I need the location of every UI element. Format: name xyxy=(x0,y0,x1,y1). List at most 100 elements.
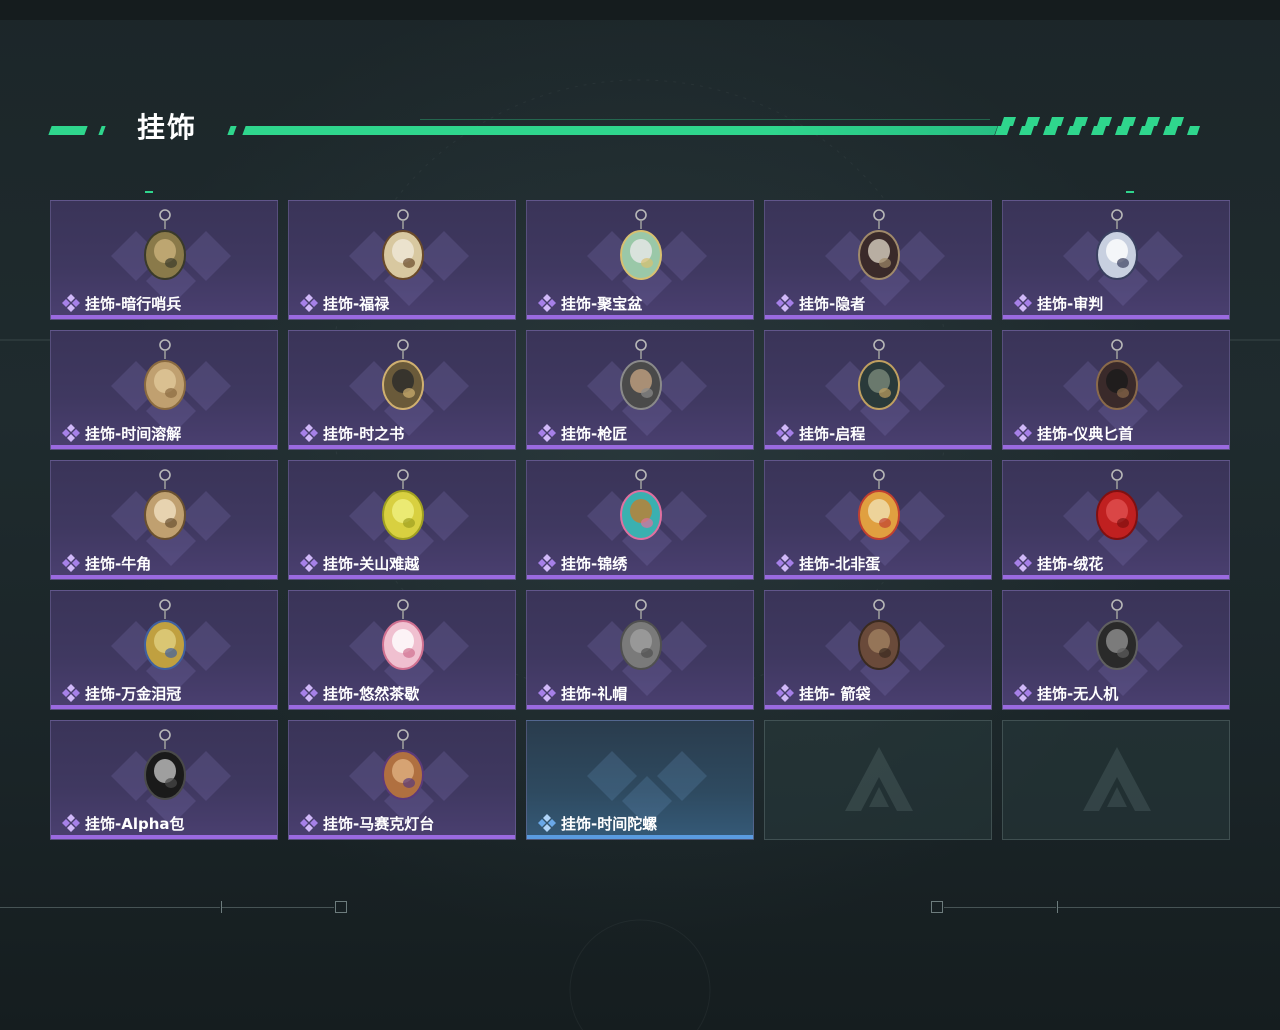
charm-label-row: 挂饰-时间陀螺 xyxy=(537,813,657,833)
rarity-diamond-icon xyxy=(62,294,80,312)
charm-card[interactable]: 挂饰-时间陀螺 xyxy=(526,720,754,840)
charm-label-row: 挂饰-聚宝盆 xyxy=(537,293,642,313)
treasure-bowl-charm-icon xyxy=(620,209,662,280)
judgement-card-charm-icon xyxy=(1096,209,1138,280)
charm-card[interactable]: 挂饰-启程 xyxy=(764,330,992,450)
rarity-diamond-icon xyxy=(538,814,556,832)
charm-label-row: 挂饰-无人机 xyxy=(1013,683,1118,703)
charm-name: 挂饰-暗行哨兵 xyxy=(85,294,182,313)
charm-label-row: 挂饰- 箭袋 xyxy=(775,683,870,703)
hud-line-right-2 xyxy=(944,907,1056,908)
charm-label-row: 挂饰-牛角 xyxy=(61,553,151,573)
rarity-diamond-icon xyxy=(776,424,794,442)
cupcake-charm-icon xyxy=(382,599,424,670)
charm-label-row: 挂饰-礼帽 xyxy=(537,683,627,703)
charm-card[interactable]: 挂饰-马赛克灯台 xyxy=(288,720,516,840)
charm-card[interactable]: 挂饰-隐者 xyxy=(764,200,992,320)
charm-name: 挂饰-时间陀螺 xyxy=(561,814,658,833)
charm-card[interactable]: 挂饰-聚宝盆 xyxy=(526,200,754,320)
charm-card[interactable]: 挂饰-仪典匕首 xyxy=(1002,330,1230,450)
charm-name: 挂饰-万金泪冠 xyxy=(85,684,182,703)
charm-name: 挂饰-礼帽 xyxy=(561,684,628,703)
rarity-diamond-icon xyxy=(538,684,556,702)
rarity-diamond-icon xyxy=(300,814,318,832)
charm-card[interactable]: 挂饰-关山难越 xyxy=(288,460,516,580)
charm-name: 挂饰-仪典匕首 xyxy=(1037,424,1134,443)
charm-label-row: 挂饰-绒花 xyxy=(1013,553,1103,573)
rarity-diamond-icon xyxy=(300,684,318,702)
empty-slot-logo-icon xyxy=(1083,747,1151,811)
rarity-diamond-icon xyxy=(1014,684,1032,702)
charm-card[interactable]: 挂饰-无人机 xyxy=(1002,590,1230,710)
grid-corner-mark-left xyxy=(145,191,153,193)
charm-card[interactable]: 挂饰-悠然茶歇 xyxy=(288,590,516,710)
hud-line-left xyxy=(0,907,220,908)
rarity-diamond-icon xyxy=(538,554,556,572)
charm-label-row: 挂饰-隐者 xyxy=(775,293,865,313)
charm-card[interactable]: 挂饰-时之书 xyxy=(288,330,516,450)
gourd-charm-icon xyxy=(382,209,424,280)
charm-name: 挂饰-时间溶解 xyxy=(85,424,182,443)
rarity-diamond-icon xyxy=(1014,294,1032,312)
empty-slot-logo-icon xyxy=(845,747,913,811)
charm-card[interactable]: 挂饰-Alpha包 xyxy=(50,720,278,840)
alpha-pack-charm-icon xyxy=(144,729,186,800)
charm-name: 挂饰-审判 xyxy=(1037,294,1104,313)
drone-charm-icon xyxy=(1096,599,1138,670)
rarity-diamond-icon xyxy=(300,554,318,572)
crown-charm-icon xyxy=(144,599,186,670)
rarity-diamond-icon xyxy=(300,424,318,442)
charm-name: 挂饰-北非蛋 xyxy=(799,554,881,573)
hud-square-right xyxy=(931,901,943,913)
charm-card[interactable]: 挂饰-暗行哨兵 xyxy=(50,200,278,320)
charm-label-row: 挂饰-仪典匕首 xyxy=(1013,423,1133,443)
charm-card[interactable]: 挂饰-绒花 xyxy=(1002,460,1230,580)
rarity-diamond-icon xyxy=(776,554,794,572)
bull-horn-charm-icon xyxy=(144,469,186,540)
charm-label-row: 挂饰-时间溶解 xyxy=(61,423,181,443)
grid-corner-mark-right xyxy=(1126,191,1134,193)
charm-label-row: 挂饰-万金泪冠 xyxy=(61,683,181,703)
charm-slot-empty[interactable] xyxy=(764,720,992,840)
fedora-charm-icon xyxy=(620,599,662,670)
hud-line-right xyxy=(1058,907,1280,908)
header-thin-line xyxy=(420,119,990,120)
mosaic-lamp-charm-icon xyxy=(382,729,424,800)
charm-card[interactable]: 挂饰-北非蛋 xyxy=(764,460,992,580)
charm-name: 挂饰-无人机 xyxy=(1037,684,1119,703)
rarity-diamond-icon xyxy=(776,684,794,702)
charm-label-row: 挂饰-福禄 xyxy=(299,293,389,313)
rarity-diamond-icon xyxy=(62,554,80,572)
charm-card[interactable]: 挂饰-枪匠 xyxy=(526,330,754,450)
rarity-diamond-icon xyxy=(776,294,794,312)
charm-label-row: 挂饰-北非蛋 xyxy=(775,553,880,573)
charm-label-row: 挂饰-马赛克灯台 xyxy=(299,813,434,833)
hud-square-left xyxy=(335,901,347,913)
charm-card[interactable]: 挂饰-锦绣 xyxy=(526,460,754,580)
charm-name: 挂饰-悠然茶歇 xyxy=(323,684,420,703)
hermit-card-charm-icon xyxy=(858,209,900,280)
charm-card[interactable]: 挂饰-福禄 xyxy=(288,200,516,320)
charm-card[interactable]: 挂饰-审判 xyxy=(1002,200,1230,320)
charm-card[interactable]: 挂饰-牛角 xyxy=(50,460,278,580)
charm-name: 挂饰-启程 xyxy=(799,424,866,443)
charm-card[interactable]: 挂饰-礼帽 xyxy=(526,590,754,710)
charm-grid: 挂饰-暗行哨兵 挂饰-福禄 挂饰-聚宝盆 挂饰-隐者 挂饰-审判挂饰-时间溶解 挂饰-时之… xyxy=(50,200,1230,840)
charm-name: 挂饰-锦绣 xyxy=(561,554,628,573)
charm-name: 挂饰-关山难越 xyxy=(323,554,420,573)
charm-name: 挂饰-聚宝盆 xyxy=(561,294,643,313)
charm-card[interactable]: 挂饰-万金泪冠 xyxy=(50,590,278,710)
header-accent-bar xyxy=(48,126,88,135)
charm-name: 挂饰- 箭袋 xyxy=(799,684,871,703)
charm-card[interactable]: 挂饰-时间溶解 xyxy=(50,330,278,450)
charm-label-row: 挂饰-枪匠 xyxy=(537,423,627,443)
rarity-diamond-icon xyxy=(538,294,556,312)
charm-name: 挂饰-绒花 xyxy=(1037,554,1104,573)
charm-label-row: 挂饰-时之书 xyxy=(299,423,404,443)
charm-slot-empty[interactable] xyxy=(1002,720,1230,840)
charm-name: 挂饰-隐者 xyxy=(799,294,866,313)
gunsmith-charm-icon xyxy=(620,339,662,410)
rarity-diamond-icon xyxy=(538,424,556,442)
charm-card[interactable]: 挂饰- 箭袋 xyxy=(764,590,992,710)
rose-charm-icon xyxy=(1096,469,1138,540)
